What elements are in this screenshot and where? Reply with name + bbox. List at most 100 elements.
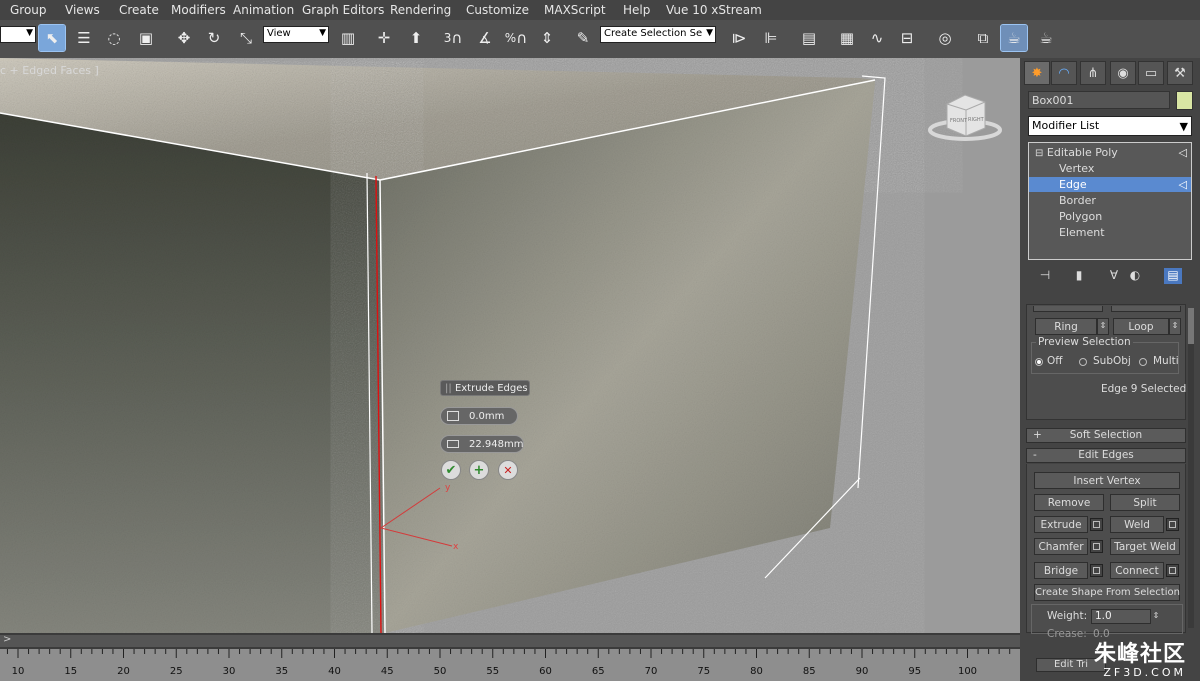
shrink-button-partial[interactable] <box>1033 306 1103 312</box>
select-object-icon[interactable]: ⬉ <box>38 24 66 52</box>
bridge-button[interactable]: Bridge <box>1034 562 1088 579</box>
stack-item-editable-poly[interactable]: ⊟ Editable Poly ◁ <box>1029 145 1191 160</box>
menu-views[interactable]: Views <box>65 3 100 17</box>
viewcube-right-face[interactable]: RIGHT <box>968 117 985 123</box>
connect-settings-button[interactable] <box>1166 564 1179 577</box>
display-tab-icon[interactable]: ▭ <box>1138 61 1164 85</box>
bridge-settings-button[interactable] <box>1090 564 1103 577</box>
weld-button[interactable]: Weld <box>1110 516 1164 533</box>
caddy-ok-button[interactable]: ✔ <box>441 460 461 480</box>
viewcube-front-face[interactable]: FRONT <box>950 118 968 124</box>
angle-snap-icon[interactable]: ∡ <box>472 25 498 51</box>
render-frame-icon[interactable]: ☕ <box>1000 24 1028 52</box>
menu-create[interactable]: Create <box>119 3 159 17</box>
pivot-icon[interactable]: ▥ <box>335 25 361 51</box>
time-slider[interactable]: > <box>0 634 1020 647</box>
weight-input[interactable]: 1.0 <box>1091 609 1151 624</box>
menu-maxscript[interactable]: MAXScript <box>544 3 606 17</box>
object-name-field[interactable]: Box001 <box>1028 91 1170 109</box>
menu-modifiers[interactable]: Modifiers <box>171 3 226 17</box>
snap-toggle-icon[interactable]: 3 ∩ <box>440 25 466 51</box>
caddy-apply-button[interactable]: + <box>469 460 489 480</box>
grow-button-partial[interactable] <box>1111 306 1181 312</box>
menu-group[interactable]: Group <box>10 3 47 17</box>
motion-tab-icon[interactable]: ◉ <box>1110 61 1136 85</box>
chamfer-button[interactable]: Chamfer <box>1034 538 1088 555</box>
create-shape-button[interactable]: Create Shape From Selection <box>1034 584 1180 601</box>
loop-spinner[interactable]: ⇕ <box>1169 318 1181 335</box>
preview-multi-radio[interactable] <box>1139 358 1147 366</box>
remove-modifier-icon[interactable]: ◐ <box>1126 268 1144 284</box>
select-by-name-icon[interactable]: ☰ <box>71 25 97 51</box>
object-color-swatch[interactable] <box>1176 91 1193 110</box>
panel-scrollbar-thumb[interactable] <box>1188 308 1194 344</box>
keyboard-shortcut-icon[interactable]: ⬆ <box>403 25 429 51</box>
pin-stack-icon[interactable]: ⊣ <box>1036 268 1054 284</box>
extrude-width-field[interactable]: 22.948mm <box>440 435 524 453</box>
graphite-tools-icon[interactable]: ▦ <box>834 25 860 51</box>
curve-editor-icon[interactable]: ∿ <box>864 25 890 51</box>
manipulate-icon[interactable]: ✛ <box>371 25 397 51</box>
make-unique-icon[interactable]: ∀ <box>1105 268 1123 284</box>
menu-rendering[interactable]: Rendering <box>390 3 451 17</box>
teapot-icon[interactable]: ☕ <box>1033 25 1059 51</box>
preview-subobj-radio[interactable] <box>1079 358 1087 366</box>
remove-button[interactable]: Remove <box>1034 494 1104 511</box>
window-crossing-icon[interactable]: ▣ <box>133 25 159 51</box>
connect-button[interactable]: Connect <box>1110 562 1164 579</box>
scale-icon[interactable]: ⤡ <box>233 25 259 51</box>
layer-icon[interactable]: ▤ <box>796 25 822 51</box>
percent-snap-icon[interactable]: % ∩ <box>503 25 529 51</box>
render-setup-icon[interactable]: ⧉ <box>970 25 996 51</box>
modifier-list-dropdown[interactable]: Modifier List ▼ <box>1028 116 1192 136</box>
viewcube[interactable]: FRONT RIGHT <box>928 94 1002 141</box>
loop-button[interactable]: Loop <box>1113 318 1169 335</box>
menu-animation[interactable]: Animation <box>233 3 294 17</box>
move-icon[interactable]: ✥ <box>171 25 197 51</box>
chamfer-settings-button[interactable] <box>1090 540 1103 553</box>
modify-tab-icon[interactable]: ◠ <box>1051 61 1077 85</box>
soft-selection-rollout[interactable]: + Soft Selection <box>1026 428 1186 443</box>
ring-spinner[interactable]: ⇕ <box>1097 318 1109 335</box>
track-bar[interactable]: 10 15 20 25 30 35 40 45 50 55 60 65 70 75 80 85 90 95 100 <box>0 649 1020 681</box>
caddy-title[interactable]: || Extrude Edges <box>440 380 530 396</box>
caddy-cancel-button[interactable]: ✕ <box>498 460 518 480</box>
edit-named-selection-icon[interactable]: ✎ <box>570 25 596 51</box>
stack-item-element[interactable]: Element <box>1029 225 1191 240</box>
preview-off-radio[interactable] <box>1035 358 1043 366</box>
schematic-icon[interactable]: ⊟ <box>894 25 920 51</box>
edit-edges-rollout[interactable]: - Edit Edges <box>1026 448 1186 463</box>
time-slider-prev-icon[interactable]: > <box>3 634 11 645</box>
rotate-icon[interactable]: ↻ <box>201 25 227 51</box>
reference-coordinate-dropdown[interactable]: View ▼ <box>263 26 329 43</box>
configure-modifier-sets-icon[interactable]: ▤ <box>1164 268 1182 284</box>
box-left-face[interactable] <box>0 113 385 633</box>
named-selection-set-dropdown[interactable]: Create Selection Se ▼ <box>600 26 716 43</box>
target-weld-button[interactable]: Target Weld <box>1110 538 1180 555</box>
selection-filter-dropdown[interactable]: ▼ <box>0 26 36 43</box>
insert-vertex-button[interactable]: Insert Vertex <box>1034 472 1180 489</box>
extrude-settings-button[interactable] <box>1090 518 1103 531</box>
menu-vue-xstream[interactable]: Vue 10 xStream <box>666 3 762 17</box>
mirror-icon[interactable]: ⧐ <box>726 25 752 51</box>
menu-customize[interactable]: Customize <box>466 3 529 17</box>
menu-graph-editors[interactable]: Graph Editors <box>302 3 384 17</box>
show-end-result-icon[interactable]: ▮ <box>1070 268 1088 284</box>
stack-item-edge[interactable]: Edge ◁ <box>1029 177 1191 192</box>
create-tab-icon[interactable]: ✸ <box>1024 61 1050 85</box>
split-button[interactable]: Split <box>1110 494 1180 511</box>
weld-settings-button[interactable] <box>1166 518 1179 531</box>
viewport-label[interactable]: c + Edged Faces ] <box>0 64 99 77</box>
stack-item-border[interactable]: Border <box>1029 193 1191 208</box>
circle-region-icon[interactable]: ◌ <box>101 25 127 51</box>
panel-scrollbar[interactable] <box>1188 308 1194 628</box>
hierarchy-tab-icon[interactable]: ⋔ <box>1080 61 1106 85</box>
extrude-height-field[interactable]: 0.0mm <box>440 407 518 425</box>
material-editor-icon[interactable]: ◎ <box>932 25 958 51</box>
menu-help[interactable]: Help <box>623 3 650 17</box>
weight-spinner[interactable]: ⇕ <box>1151 609 1161 624</box>
stack-item-polygon[interactable]: Polygon <box>1029 209 1191 224</box>
extrude-button[interactable]: Extrude <box>1034 516 1088 533</box>
ring-button[interactable]: Ring <box>1035 318 1097 335</box>
utilities-tab-icon[interactable]: ⚒ <box>1167 61 1193 85</box>
